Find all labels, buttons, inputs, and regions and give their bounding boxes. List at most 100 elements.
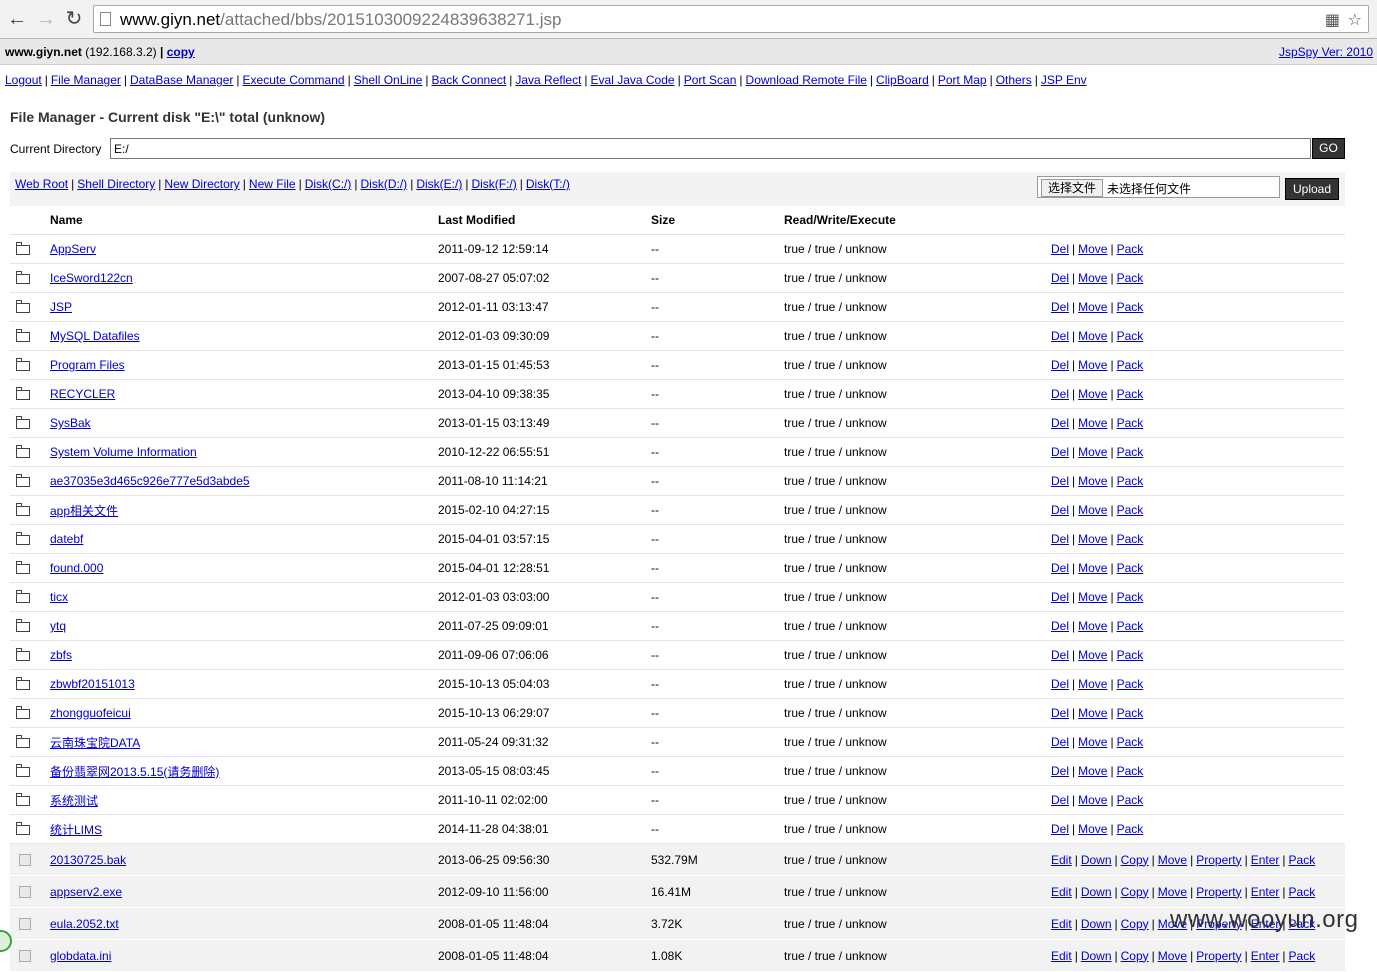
file-name-link[interactable]: 20130725.bak [50,853,126,867]
move-link[interactable]: Move [1078,822,1107,836]
pack-link[interactable]: Pack [1289,853,1316,867]
bookmark-star-icon[interactable]: ☆ [1348,10,1362,30]
quick-link-disk-c[interactable]: Disk(C:/) [305,177,352,191]
file-name-link[interactable]: globdata.ini [50,949,111,963]
version-link[interactable]: JspSpy Ver: 2010 [1279,45,1373,59]
pack-link[interactable]: Pack [1117,503,1144,517]
del-link[interactable]: Del [1051,648,1069,662]
pack-link[interactable]: Pack [1117,300,1144,314]
pack-link[interactable]: Pack [1117,648,1144,662]
menu-item-shell-online[interactable]: Shell OnLine [354,73,423,87]
file-name-link[interactable]: appserv2.exe [50,885,122,899]
current-directory-input[interactable] [110,138,1311,159]
quick-link-disk-d[interactable]: Disk(D:/) [361,177,408,191]
del-link[interactable]: Del [1051,387,1069,401]
pack-link[interactable]: Pack [1289,949,1316,963]
directory-name-link[interactable]: zhongguofeicui [50,706,131,720]
down-link[interactable]: Down [1081,949,1112,963]
directory-name-link[interactable]: zbfs [50,648,72,662]
property-link[interactable]: Property [1196,885,1241,899]
directory-name-link[interactable]: RECYCLER [50,387,115,401]
directory-name-link[interactable]: 备份翡翠网2013.5.15(请务删除) [50,763,219,780]
del-link[interactable]: Del [1051,445,1069,459]
pack-link[interactable]: Pack [1117,445,1144,459]
del-link[interactable]: Del [1051,764,1069,778]
pack-link[interactable]: Pack [1117,764,1144,778]
move-link[interactable]: Move [1078,793,1107,807]
menu-item-port-scan[interactable]: Port Scan [684,73,737,87]
quick-link-disk-e[interactable]: Disk(E:/) [416,177,462,191]
menu-item-clipboard[interactable]: ClipBoard [876,73,929,87]
move-link[interactable]: Move [1078,648,1107,662]
move-link[interactable]: Move [1078,735,1107,749]
translate-icon[interactable]: ▦ [1325,10,1340,30]
directory-name-link[interactable]: ticx [50,590,68,604]
move-link[interactable]: Move [1078,706,1107,720]
move-link[interactable]: Move [1078,677,1107,691]
del-link[interactable]: Del [1051,242,1069,256]
pack-link[interactable]: Pack [1117,561,1144,575]
pack-link[interactable]: Pack [1117,416,1144,430]
quick-link-shell-directory[interactable]: Shell Directory [77,177,155,191]
pack-link[interactable]: Pack [1117,590,1144,604]
del-link[interactable]: Del [1051,358,1069,372]
pack-link[interactable]: Pack [1289,885,1316,899]
back-arrow-icon[interactable]: ← [6,8,28,30]
file-picker[interactable]: 选择文件 未选择任何文件 [1037,176,1280,198]
move-link[interactable]: Move [1078,561,1107,575]
move-link[interactable]: Move [1078,358,1107,372]
move-link[interactable]: Move [1078,416,1107,430]
pack-link[interactable]: Pack [1117,329,1144,343]
pack-link[interactable]: Pack [1117,532,1144,546]
menu-item-java-reflect[interactable]: Java Reflect [515,73,581,87]
down-link[interactable]: Down [1081,885,1112,899]
del-link[interactable]: Del [1051,474,1069,488]
move-link[interactable]: Move [1078,764,1107,778]
del-link[interactable]: Del [1051,271,1069,285]
enter-link[interactable]: Enter [1251,853,1280,867]
move-link[interactable]: Move [1078,474,1107,488]
menu-item-execute-command[interactable]: Execute Command [243,73,345,87]
del-link[interactable]: Del [1051,619,1069,633]
move-link[interactable]: Move [1078,242,1107,256]
copy-link[interactable]: Copy [1121,853,1149,867]
property-link[interactable]: Property [1196,853,1241,867]
directory-name-link[interactable]: datebf [50,532,83,546]
move-link[interactable]: Move [1078,532,1107,546]
enter-link[interactable]: Enter [1251,885,1280,899]
file-checkbox[interactable] [19,917,31,930]
move-link[interactable]: Move [1158,853,1187,867]
directory-name-link[interactable]: app相关文件 [50,502,118,519]
move-link[interactable]: Move [1158,949,1187,963]
menu-item-file-manager[interactable]: File Manager [51,73,121,87]
property-link[interactable]: Property [1196,949,1241,963]
edit-link[interactable]: Edit [1051,885,1072,899]
file-checkbox[interactable] [19,949,31,962]
directory-name-link[interactable]: JSP [50,300,72,314]
menu-item-database-manager[interactable]: DataBase Manager [130,73,233,87]
directory-name-link[interactable]: 统计LIMS [50,821,102,838]
menu-item-logout[interactable]: Logout [5,73,42,87]
move-link[interactable]: Move [1078,590,1107,604]
directory-name-link[interactable]: System Volume Information [50,445,197,459]
del-link[interactable]: Del [1051,735,1069,749]
quick-link-new-file[interactable]: New File [249,177,296,191]
menu-item-back-connect[interactable]: Back Connect [432,73,507,87]
pack-link[interactable]: Pack [1117,706,1144,720]
edit-link[interactable]: Edit [1051,853,1072,867]
choose-file-button[interactable]: 选择文件 [1041,179,1104,197]
del-link[interactable]: Del [1051,532,1069,546]
enter-link[interactable]: Enter [1251,949,1280,963]
move-link[interactable]: Move [1078,619,1107,633]
menu-item-eval-java-code[interactable]: Eval Java Code [591,73,675,87]
move-link[interactable]: Move [1078,445,1107,459]
down-link[interactable]: Down [1081,917,1112,931]
file-checkbox[interactable] [19,853,31,866]
pack-link[interactable]: Pack [1117,619,1144,633]
pack-link[interactable]: Pack [1117,677,1144,691]
move-link[interactable]: Move [1078,503,1107,517]
menu-item-others[interactable]: Others [996,73,1032,87]
copy-link[interactable]: Copy [1121,949,1149,963]
menu-item-download-remote-file[interactable]: Download Remote File [746,73,867,87]
directory-name-link[interactable]: SysBak [50,416,91,430]
